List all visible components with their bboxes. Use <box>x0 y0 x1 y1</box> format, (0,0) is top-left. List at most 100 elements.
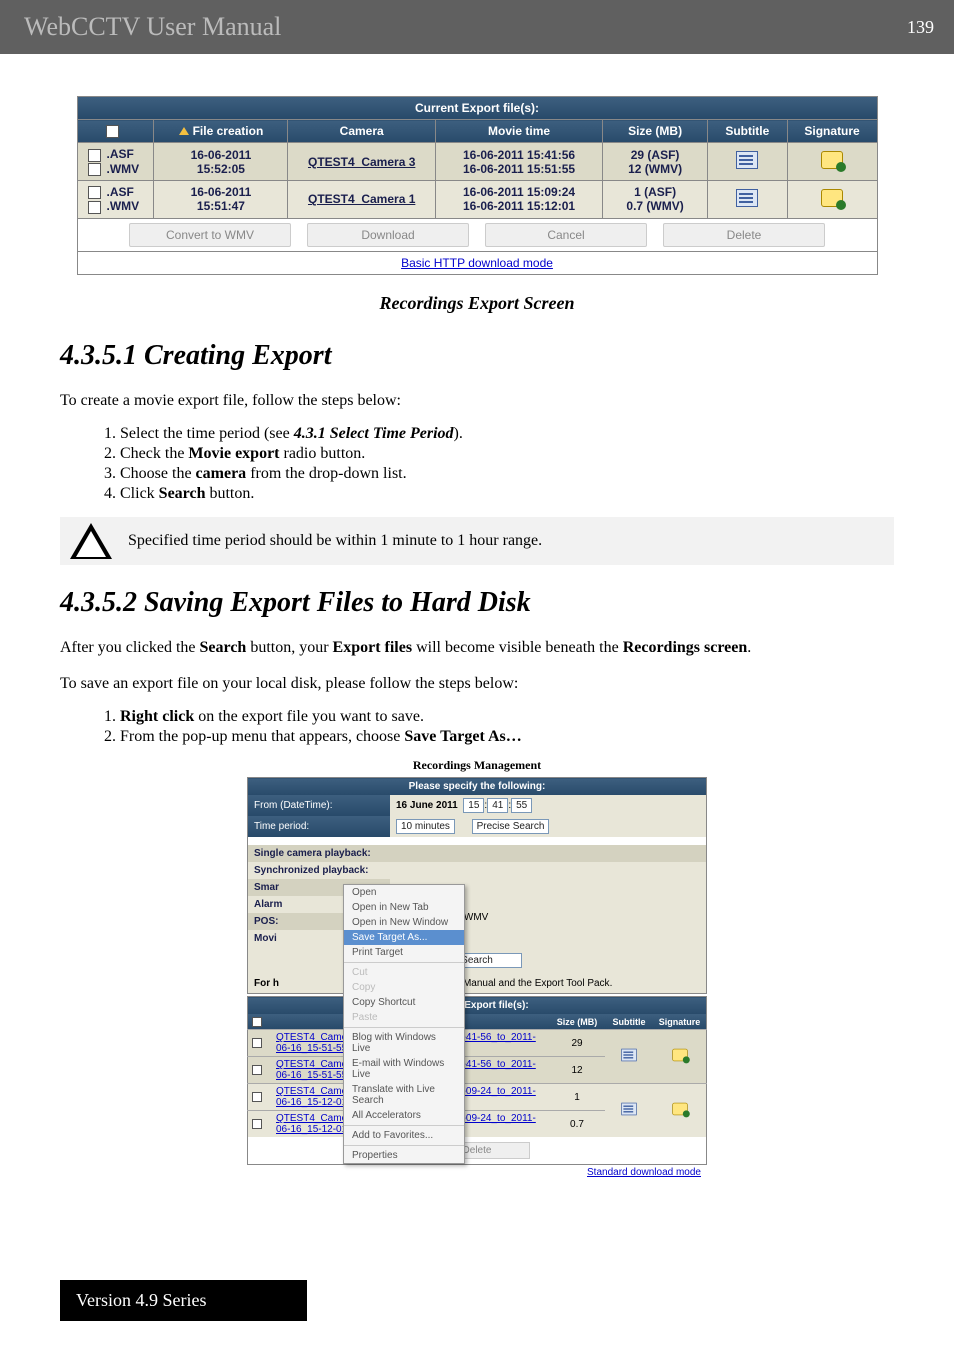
row-checkbox[interactable] <box>88 163 101 176</box>
list-item: Click Search button. <box>120 485 894 503</box>
tool-pack-link[interactable]: Export Tool Pack <box>535 978 610 989</box>
signature-icon[interactable] <box>672 1103 687 1116</box>
col-subtitle[interactable]: Subtitle <box>605 1014 653 1029</box>
subtitle-icon[interactable] <box>621 1049 636 1062</box>
signature-icon[interactable] <box>672 1049 687 1062</box>
list-item: Right click on the export file you want … <box>120 708 894 726</box>
warning-icon <box>70 523 112 559</box>
row-checkbox[interactable] <box>252 1092 262 1102</box>
sec-input[interactable]: 55 <box>511 798 532 813</box>
row-checkbox[interactable] <box>252 1119 262 1129</box>
list-item: Choose the camera from the drop-down lis… <box>120 465 894 483</box>
nested-header: Please specify the following: <box>248 778 707 796</box>
ctx-open[interactable]: Open <box>344 885 464 900</box>
ctx-copy: Copy <box>344 980 464 995</box>
row-checkbox[interactable] <box>88 201 101 214</box>
size-wmv: 12 (WMV) <box>628 162 682 176</box>
body-text: To save an export file on your local dis… <box>60 673 894 695</box>
col-size[interactable]: Size (MB) <box>603 120 708 143</box>
current-export-header: Current Export file(s): <box>248 997 707 1015</box>
note-text: Specified time period should be within 1… <box>128 530 542 552</box>
std-download-link[interactable]: Standard download mode <box>587 1167 701 1178</box>
subtitle-icon[interactable] <box>621 1103 636 1116</box>
ctx-copy-shortcut[interactable]: Copy Shortcut <box>344 995 464 1010</box>
list-item: From the pop-up menu that appears, choos… <box>120 728 894 746</box>
file-size: 12 <box>549 1057 605 1084</box>
ctx-email[interactable]: E-mail with Windows Live <box>344 1056 464 1082</box>
ctx-blog[interactable]: Blog with Windows Live <box>344 1030 464 1056</box>
single-playback-label: Single camera playback: <box>248 845 707 862</box>
ctx-new-window[interactable]: Open in New Window <box>344 915 464 930</box>
col-file-creation[interactable]: File creation <box>154 120 288 143</box>
row-checkbox[interactable] <box>252 1065 262 1075</box>
movie-from: 16-06-2011 15:09:24 <box>463 185 575 199</box>
nested-screenshot: Recordings Management Please specify the… <box>247 758 707 1180</box>
timeperiod-label: Time period: <box>248 816 391 837</box>
col-signature[interactable]: Signature <box>787 120 876 143</box>
download-button[interactable]: Download <box>307 223 469 247</box>
steps-list: Select the time period (see 4.3.1 Select… <box>60 425 894 503</box>
sync-playback-label: Synchronized playback: <box>248 862 707 879</box>
col-subtitle[interactable]: Subtitle <box>708 120 788 143</box>
context-menu: Open Open in New Tab Open in New Window … <box>343 884 465 1164</box>
row-checkbox[interactable] <box>88 149 101 162</box>
convert-button[interactable]: Convert to WMV <box>129 223 291 247</box>
row-checkbox[interactable] <box>88 186 101 199</box>
created-time: 15:51:47 <box>197 199 245 213</box>
file-size: 29 <box>549 1030 605 1057</box>
row-checkbox[interactable] <box>252 1038 262 1048</box>
timeperiod-select[interactable]: 10 minutes <box>396 819 455 834</box>
col-camera[interactable]: Camera <box>288 120 435 143</box>
export-table-title: Current Export file(s): <box>77 96 877 119</box>
ctx-add-favorites[interactable]: Add to Favorites... <box>344 1128 464 1143</box>
doc-title: WebCCTV User Manual <box>24 12 281 42</box>
ctx-accelerators[interactable]: All Accelerators <box>344 1108 464 1123</box>
delete-button[interactable]: Delete <box>663 223 825 247</box>
cancel-button[interactable]: Cancel <box>485 223 647 247</box>
created-date: 16-06-2011 <box>191 148 252 162</box>
signature-icon[interactable] <box>821 189 843 207</box>
ctx-properties[interactable]: Properties <box>344 1148 464 1163</box>
created-date: 16-06-2011 <box>191 185 252 199</box>
export-table: Current Export file(s): File creation Ca… <box>77 96 878 275</box>
subtitle-icon[interactable] <box>736 151 758 169</box>
section-heading: 4.3.5.2 Saving Export Files to Hard Disk <box>60 587 894 619</box>
col-checkbox[interactable] <box>248 1014 273 1029</box>
file-size: 1 <box>549 1084 605 1111</box>
camera-link[interactable]: QTEST4_Camera 3 <box>308 155 415 169</box>
format-label: .WMV <box>107 162 140 176</box>
hour-input[interactable]: 15 <box>463 798 484 813</box>
subtitle-icon[interactable] <box>736 189 758 207</box>
signature-icon[interactable] <box>821 151 843 169</box>
list-item: Check the Movie export radio button. <box>120 445 894 463</box>
min-input[interactable]: 41 <box>487 798 508 813</box>
basic-http-link[interactable]: Basic HTTP download mode <box>401 256 553 270</box>
for-h-label: For h <box>254 978 279 989</box>
footer-version: Version 4.9 Series <box>60 1280 307 1321</box>
list-item: Select the time period (see 4.3.1 Select… <box>120 425 894 443</box>
col-checkbox[interactable] <box>77 120 154 143</box>
size-asf: 29 (ASF) <box>631 148 680 162</box>
created-time: 15:52:05 <box>197 162 245 176</box>
movie-to: 16-06-2011 15:12:01 <box>463 199 575 213</box>
header-bar: WebCCTV User Manual 139 <box>0 0 954 54</box>
precise-search-button[interactable]: Precise Search <box>472 819 550 834</box>
ctx-translate[interactable]: Translate with Live Search <box>344 1082 464 1108</box>
ctx-save-target-as[interactable]: Save Target As... <box>344 930 464 945</box>
size-asf: 1 (ASF) <box>634 185 676 199</box>
sort-icon <box>179 127 189 135</box>
from-label: From (DateTime): <box>248 795 391 816</box>
body-text: To create a movie export file, follow th… <box>60 390 894 412</box>
ctx-new-tab[interactable]: Open in New Tab <box>344 900 464 915</box>
ctx-print-target[interactable]: Print Target <box>344 945 464 960</box>
table-row: .ASF .WMV 16-06-201115:51:47 QTEST4_Came… <box>77 180 877 218</box>
format-label: .WMV <box>107 199 140 213</box>
camera-link[interactable]: QTEST4_Camera 1 <box>308 192 415 206</box>
figure-caption: Recordings Export Screen <box>60 293 894 314</box>
ctx-paste: Paste <box>344 1010 464 1025</box>
col-signature[interactable]: Signature <box>653 1014 707 1029</box>
format-label: .ASF <box>107 147 134 161</box>
col-size[interactable]: Size (MB) <box>549 1014 605 1029</box>
movie-from: 16-06-2011 15:41:56 <box>463 148 575 162</box>
col-movie-time[interactable]: Movie time <box>435 120 602 143</box>
